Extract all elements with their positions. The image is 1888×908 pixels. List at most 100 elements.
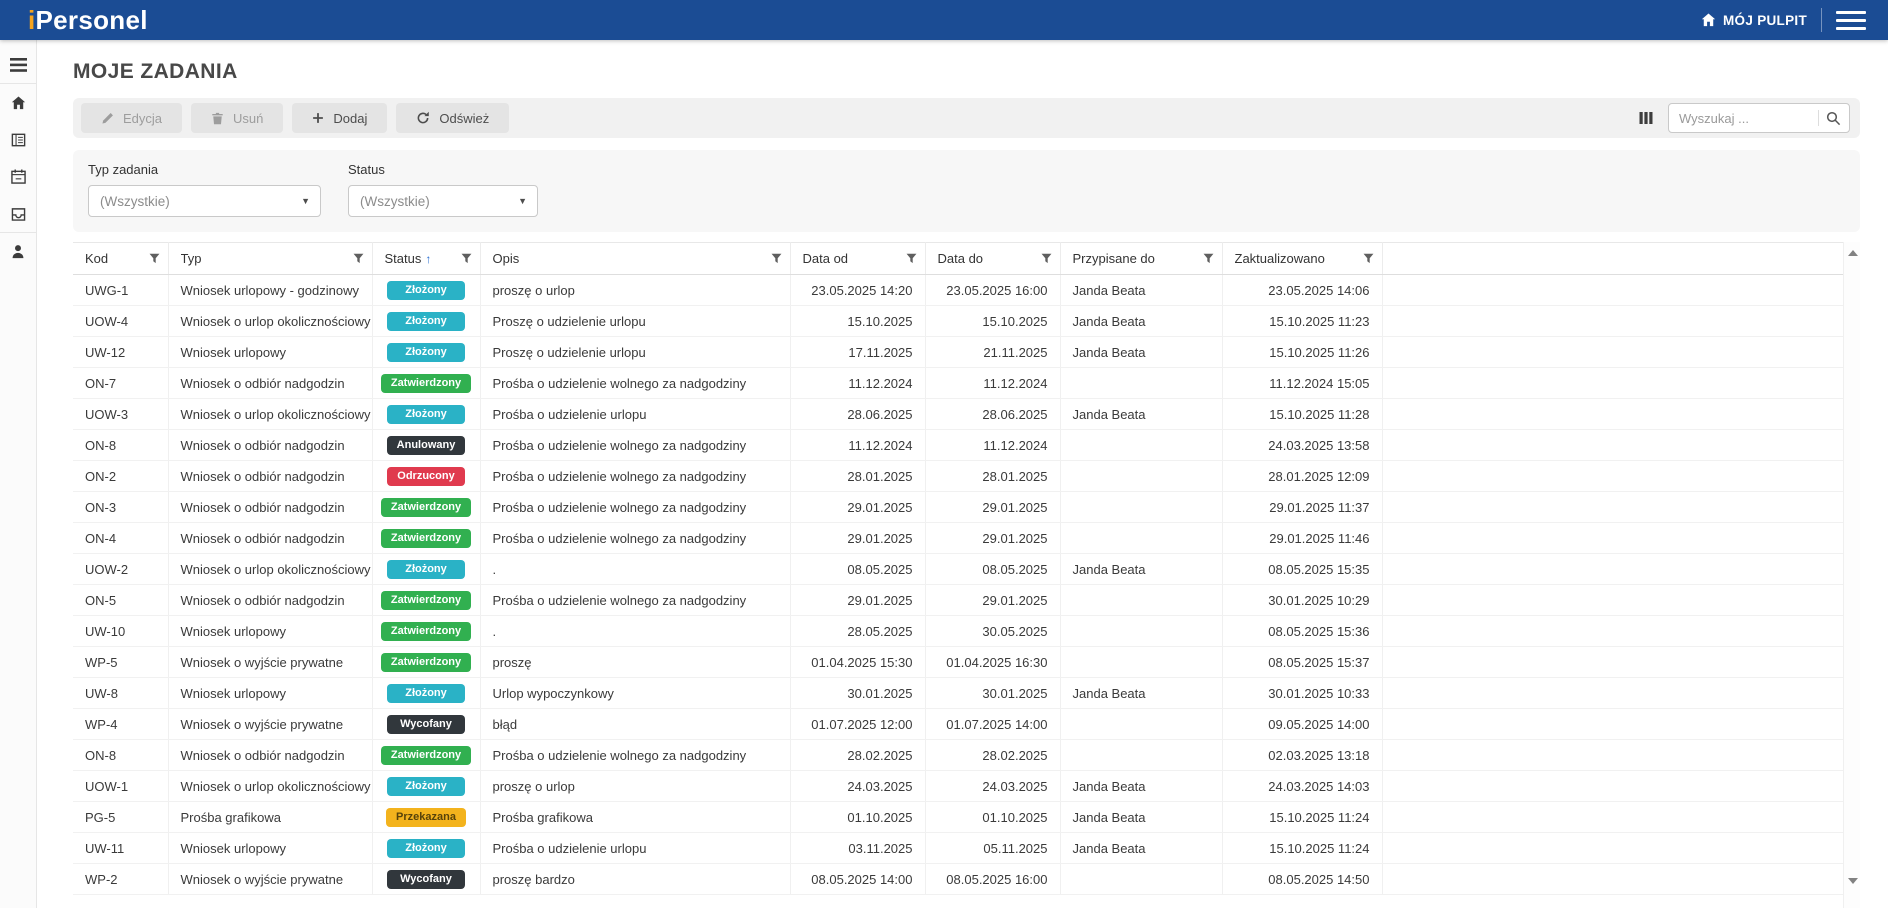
sidebar-item-list[interactable] xyxy=(0,121,36,158)
my-desktop-link[interactable]: MÓJ PULPIT xyxy=(1701,13,1807,28)
column-header-przypisane-do[interactable]: Przypisane do xyxy=(1060,243,1222,275)
table-row[interactable]: ON-8 Wniosek o odbiór nadgodzin Zatwierd… xyxy=(73,740,1843,771)
cell-data-do: 11.12.2024 xyxy=(925,368,1060,399)
cell-zaktualizowano: 15.10.2025 11:26 xyxy=(1222,337,1382,368)
cell-opis: Prośba o udzielenie urlopu xyxy=(480,833,790,864)
cell-zaktualizowano: 08.05.2025 15:35 xyxy=(1222,554,1382,585)
cell-data-do: 11.12.2024 xyxy=(925,430,1060,461)
table-row[interactable]: ON-8 Wniosek o odbiór nadgodzin Anulowan… xyxy=(73,430,1843,461)
cell-zaktualizowano: 15.10.2025 11:24 xyxy=(1222,802,1382,833)
cell-status: Złożony xyxy=(372,306,480,337)
vertical-scrollbar[interactable] xyxy=(1843,242,1860,908)
cell-data-do: 28.06.2025 xyxy=(925,399,1060,430)
status-badge: Wycofany xyxy=(387,715,465,734)
status-badge: Złożony xyxy=(387,281,465,300)
column-header-kod[interactable]: Kod xyxy=(73,243,168,275)
cell-typ: Wniosek urlopowy xyxy=(168,678,372,709)
search-icon[interactable] xyxy=(1826,111,1841,126)
filter-icon[interactable] xyxy=(347,253,364,264)
status-badge: Przekazana xyxy=(386,808,466,827)
table-row[interactable]: UOW-4 Wniosek o urlop okolicznościowy Zł… xyxy=(73,306,1843,337)
brand-name: Personel xyxy=(36,5,148,35)
table-row[interactable]: ON-7 Wniosek o odbiór nadgodzin Zatwierd… xyxy=(73,368,1843,399)
cell-kod: UOW-2 xyxy=(73,554,168,585)
status-select[interactable]: (Wszystkie) ▼ xyxy=(348,185,538,217)
cell-status: Złożony xyxy=(372,399,480,430)
status-badge: Zatwierdzony xyxy=(381,746,471,765)
cell-empty xyxy=(1382,275,1843,306)
cell-kod: ON-2 xyxy=(73,461,168,492)
menu-icon[interactable] xyxy=(1836,9,1866,32)
scroll-down-icon[interactable] xyxy=(1848,878,1858,884)
table-row[interactable]: ON-3 Wniosek o odbiór nadgodzin Zatwierd… xyxy=(73,492,1843,523)
delete-button[interactable]: Usuń xyxy=(191,103,283,133)
cell-status: Zatwierdzony xyxy=(372,585,480,616)
add-button[interactable]: Dodaj xyxy=(292,103,387,133)
filter-icon[interactable] xyxy=(900,253,917,264)
cell-typ: Wniosek o wyjście prywatne xyxy=(168,647,372,678)
filter-icon[interactable] xyxy=(1357,253,1374,264)
status-badge: Złożony xyxy=(387,343,465,362)
column-header-data-od[interactable]: Data od xyxy=(790,243,925,275)
table-row[interactable]: PG-5 Prośba grafikowa Przekazana Prośba … xyxy=(73,802,1843,833)
search-input[interactable] xyxy=(1679,111,1814,126)
table-row[interactable]: UOW-3 Wniosek o urlop okolicznościowy Zł… xyxy=(73,399,1843,430)
cell-przypisane-do: Janda Beata xyxy=(1060,802,1222,833)
table-row[interactable]: UOW-2 Wniosek o urlop okolicznościowy Zł… xyxy=(73,554,1843,585)
cell-opis: Prośba o udzielenie wolnego za nadgodzin… xyxy=(480,492,790,523)
sidebar-item-inbox[interactable] xyxy=(0,195,36,232)
cell-kod: WP-2 xyxy=(73,864,168,895)
filter-icon[interactable] xyxy=(143,253,160,264)
column-header-typ[interactable]: Typ xyxy=(168,243,372,275)
search-box xyxy=(1668,103,1850,133)
edit-button[interactable]: Edycja xyxy=(81,103,182,133)
cell-opis: Proszę o udzielenie urlopu xyxy=(480,306,790,337)
table-row[interactable]: UW-10 Wniosek urlopowy Zatwierdzony . 28… xyxy=(73,616,1843,647)
filter-icon[interactable] xyxy=(765,253,782,264)
refresh-button[interactable]: Odśwież xyxy=(396,103,509,133)
table-row[interactable]: WP-4 Wniosek o wyjście prywatne Wycofany… xyxy=(73,709,1843,740)
column-header-data-do[interactable]: Data do xyxy=(925,243,1060,275)
table-row[interactable]: ON-4 Wniosek o odbiór nadgodzin Zatwierd… xyxy=(73,523,1843,554)
cell-data-od: 28.06.2025 xyxy=(790,399,925,430)
filter-icon[interactable] xyxy=(1035,253,1052,264)
sidebar-item-home[interactable] xyxy=(0,84,36,121)
table-row[interactable]: UW-11 Wniosek urlopowy Złożony Prośba o … xyxy=(73,833,1843,864)
cell-opis: proszę o urlop xyxy=(480,275,790,306)
table-row[interactable]: UWG-1 Wniosek urlopowy - godzinowy Złożo… xyxy=(73,275,1843,306)
sidebar-menu-icon[interactable] xyxy=(0,46,36,83)
filter-icon[interactable] xyxy=(1197,253,1214,264)
trash-icon xyxy=(211,112,224,125)
task-type-select[interactable]: (Wszystkie) ▼ xyxy=(88,185,321,217)
table-row[interactable]: ON-5 Wniosek o odbiór nadgodzin Zatwierd… xyxy=(73,585,1843,616)
cell-zaktualizowano: 29.01.2025 11:37 xyxy=(1222,492,1382,523)
table-row[interactable]: WP-5 Wniosek o wyjście prywatne Zatwierd… xyxy=(73,647,1843,678)
sidebar-item-user[interactable] xyxy=(0,233,36,270)
cell-status: Złożony xyxy=(372,554,480,585)
cell-data-od: 29.01.2025 xyxy=(790,492,925,523)
cell-data-do: 08.05.2025 xyxy=(925,554,1060,585)
scroll-up-icon[interactable] xyxy=(1848,250,1858,256)
table-row[interactable]: UOW-1 Wniosek o urlop okolicznościowy Zł… xyxy=(73,771,1843,802)
table-row[interactable]: WP-2 Wniosek o wyjście prywatne Wycofany… xyxy=(73,864,1843,895)
table-row[interactable]: UW-8 Wniosek urlopowy Złożony Urlop wypo… xyxy=(73,678,1843,709)
table-row[interactable]: UW-12 Wniosek urlopowy Złożony Proszę o … xyxy=(73,337,1843,368)
cell-przypisane-do xyxy=(1060,523,1222,554)
status-badge: Złożony xyxy=(387,684,465,703)
cell-kod: UOW-1 xyxy=(73,771,168,802)
sidebar-item-calendar[interactable] xyxy=(0,158,36,195)
column-chooser-icon[interactable] xyxy=(1639,111,1653,125)
filter-icon[interactable] xyxy=(455,253,472,264)
cell-data-do: 01.04.2025 16:30 xyxy=(925,647,1060,678)
cell-data-od: 28.01.2025 xyxy=(790,461,925,492)
cell-data-od: 23.05.2025 14:20 xyxy=(790,275,925,306)
column-header-status[interactable]: Status↑ xyxy=(372,243,480,275)
cell-empty xyxy=(1382,492,1843,523)
cell-przypisane-do xyxy=(1060,616,1222,647)
table-row[interactable]: ON-2 Wniosek o odbiór nadgodzin Odrzucon… xyxy=(73,461,1843,492)
cell-data-do: 08.05.2025 16:00 xyxy=(925,864,1060,895)
column-header-opis[interactable]: Opis xyxy=(480,243,790,275)
sort-asc-icon: ↑ xyxy=(425,252,431,266)
column-header-zaktualizowano[interactable]: Zaktualizowano xyxy=(1222,243,1382,275)
cell-opis: . xyxy=(480,554,790,585)
